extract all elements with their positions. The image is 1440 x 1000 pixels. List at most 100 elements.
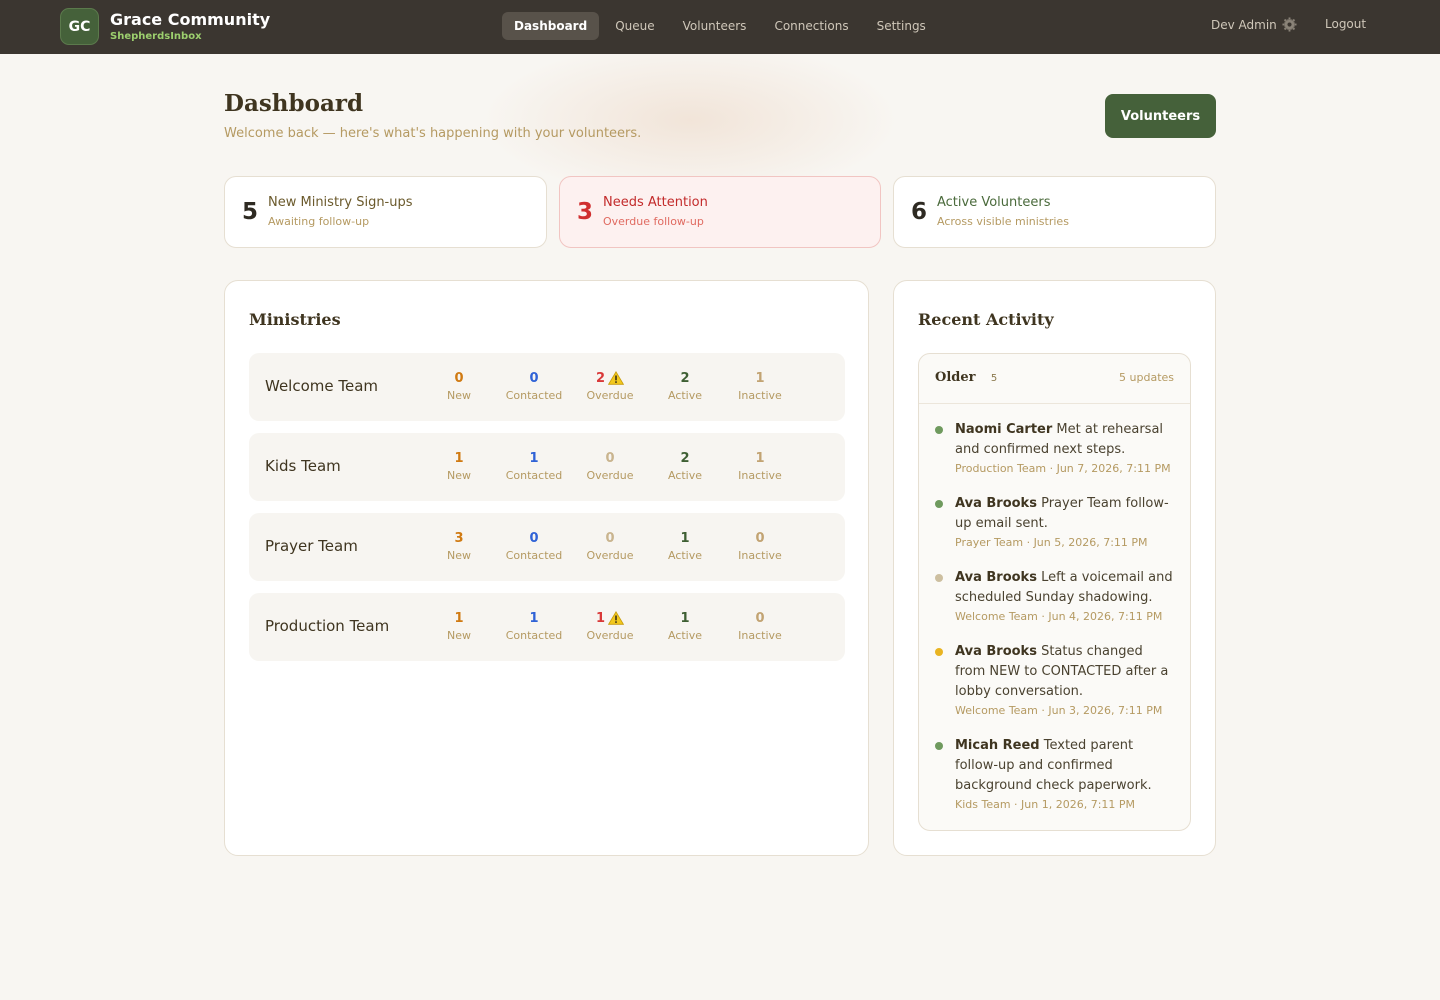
stat-needs-attention[interactable]: 3 Needs Attention Overdue follow-up: [559, 176, 881, 248]
metric-value: 2: [595, 370, 606, 386]
activity-item[interactable]: Ava Brooks Status changed from NEW to CO…: [935, 642, 1175, 719]
activity-group-updates: 5 updates: [1119, 371, 1174, 384]
ministry-metric[interactable]: 1 New: [421, 449, 497, 483]
volunteers-button[interactable]: Volunteers: [1105, 94, 1216, 138]
gear-icon[interactable]: [1282, 17, 1297, 32]
ministry-metric[interactable]: 0 Contacted: [496, 369, 572, 403]
recent-activity-panel: Recent Activity Older 5 5 updates Naomi …: [893, 280, 1216, 856]
ministry-metric[interactable]: 2 Active: [647, 449, 723, 483]
ministry-metric[interactable]: 1 New: [421, 609, 497, 643]
metric-value: 0: [605, 450, 615, 466]
ministry-metric[interactable]: 2 Active: [647, 369, 723, 403]
activity-status-dot: [935, 742, 943, 750]
metric-label: Overdue: [586, 469, 634, 482]
metric-value: 1: [454, 450, 464, 466]
metric-value: 0: [755, 610, 765, 626]
brand-logo: GC: [60, 8, 99, 45]
metric-label: Inactive: [738, 629, 782, 642]
brand-product: ShepherdsInbox: [110, 30, 202, 42]
ministry-name: Welcome Team: [265, 377, 379, 395]
stat-value: 6: [911, 199, 928, 225]
user-menu[interactable]: Dev Admin: [1211, 17, 1297, 32]
metric-label: New: [447, 389, 471, 402]
ministries-panel: Ministries Welcome Team 0 New 0 Contacted 2 Ov…: [224, 280, 869, 856]
ministry-metric[interactable]: 1 Active: [647, 609, 723, 643]
ministry-metric[interactable]: 1 Inactive: [722, 369, 798, 403]
metric-label: New: [447, 629, 471, 642]
ministry-row[interactable]: Prayer Team 3 New 0 Contacted 0 Overdue 1 Active…: [249, 513, 845, 581]
activity-person: Naomi Carter: [955, 422, 1053, 437]
warning-icon: [608, 371, 625, 385]
stat-new-signups[interactable]: 5 New Ministry Sign-ups Awaiting follow-…: [224, 176, 547, 248]
top-nav-bar: GC Grace Community ShepherdsInbox Dashbo…: [0, 0, 1440, 54]
nav-queue[interactable]: Queue: [603, 12, 666, 40]
activity-meta: Welcome Team · Jun 4, 2026, 7:11 PM: [955, 610, 1163, 623]
ministries-title: Ministries: [249, 310, 341, 329]
activity-meta: Production Team · Jun 7, 2026, 7:11 PM: [955, 462, 1171, 475]
metric-label: Contacted: [505, 549, 563, 562]
metric-value: 0: [529, 530, 539, 546]
metric-label: Active: [667, 389, 703, 402]
page-subtitle: Welcome back — here's what's happening w…: [224, 126, 642, 141]
ministry-metric[interactable]: 0 Inactive: [722, 609, 798, 643]
ministry-metric[interactable]: 0 New: [421, 369, 497, 403]
ministry-row[interactable]: Production Team 1 New 1 Contacted 1 Overdue 1 Ac…: [249, 593, 845, 661]
nav-dashboard[interactable]: Dashboard: [502, 12, 600, 40]
activity-item[interactable]: Naomi Carter Met at rehearsal and confir…: [935, 420, 1175, 477]
ministry-name: Prayer Team: [265, 537, 358, 555]
metric-label: New: [447, 469, 471, 482]
ministry-metric[interactable]: 1 Contacted: [496, 449, 572, 483]
ministry-metric[interactable]: 0 Contacted: [496, 529, 572, 563]
metric-value: 1: [755, 450, 765, 466]
ministry-metric[interactable]: 0 Inactive: [722, 529, 798, 563]
stat-active-volunteers[interactable]: 6 Active Volunteers Across visible minis…: [893, 176, 1216, 248]
metric-value: 1: [454, 610, 464, 626]
ministry-metric[interactable]: 2 Overdue: [572, 369, 648, 403]
metric-label: Contacted: [505, 389, 563, 402]
ministry-metric[interactable]: 1 Active: [647, 529, 723, 563]
metric-value: 1: [680, 530, 690, 546]
activity-person: Ava Brooks: [955, 496, 1037, 511]
stat-value: 5: [242, 199, 259, 225]
activity-status-dot: [935, 648, 943, 656]
metric-label: Active: [667, 629, 703, 642]
activity-item[interactable]: Ava Brooks Prayer Team follow-up email s…: [935, 494, 1175, 551]
ministry-metric[interactable]: 1 Contacted: [496, 609, 572, 643]
nav-settings[interactable]: Settings: [865, 12, 938, 40]
logout-link[interactable]: Logout: [1325, 17, 1366, 31]
ministry-metric[interactable]: 1 Inactive: [722, 449, 798, 483]
metric-value: 0: [529, 370, 539, 386]
warning-icon: [608, 611, 625, 625]
activity-status-dot: [935, 500, 943, 508]
nav-volunteers[interactable]: Volunteers: [671, 12, 759, 40]
metric-value: 1: [529, 610, 539, 626]
metric-value: 0: [755, 530, 765, 546]
ministry-metric[interactable]: 0 Overdue: [572, 529, 648, 563]
metric-label: Inactive: [738, 469, 782, 482]
nav-connections[interactable]: Connections: [762, 12, 860, 40]
activity-person: Ava Brooks: [955, 644, 1037, 659]
activity-meta: Welcome Team · Jun 3, 2026, 7:11 PM: [955, 704, 1163, 717]
activity-item[interactable]: Micah Reed Texted parent follow-up and c…: [935, 736, 1175, 813]
metric-value: 2: [680, 450, 690, 466]
stat-label: Needs Attention: [603, 195, 708, 210]
ministry-metric[interactable]: 1 Overdue: [572, 609, 648, 643]
activity-status-dot: [935, 574, 943, 582]
ministry-name: Production Team: [265, 617, 390, 635]
activity-group-header[interactable]: Older 5 5 updates: [919, 354, 1190, 404]
activity-item[interactable]: Ava Brooks Left a voicemail and schedule…: [935, 568, 1175, 625]
ministry-row[interactable]: Welcome Team 0 New 0 Contacted 2 Overdue 2 Activ…: [249, 353, 845, 421]
metric-label: Overdue: [586, 389, 634, 402]
ministry-metric[interactable]: 3 New: [421, 529, 497, 563]
activity-meta: Kids Team · Jun 1, 2026, 7:11 PM: [955, 798, 1136, 811]
main-nav: Dashboard Queue Volunteers Connections S…: [502, 12, 942, 40]
activity-group: Older 5 5 updates Naomi Carter Met at re…: [918, 353, 1191, 831]
metric-value: 1: [755, 370, 765, 386]
activity-status-dot: [935, 426, 943, 434]
ministry-metric[interactable]: 0 Overdue: [572, 449, 648, 483]
metric-label: Inactive: [738, 389, 782, 402]
brand[interactable]: GC Grace Community ShepherdsInbox: [60, 8, 270, 45]
ministry-row[interactable]: Kids Team 1 New 1 Contacted 0 Overdue 2 Active 1 I…: [249, 433, 845, 501]
user-name: Dev Admin: [1211, 17, 1277, 32]
metric-value: 1: [595, 610, 606, 626]
